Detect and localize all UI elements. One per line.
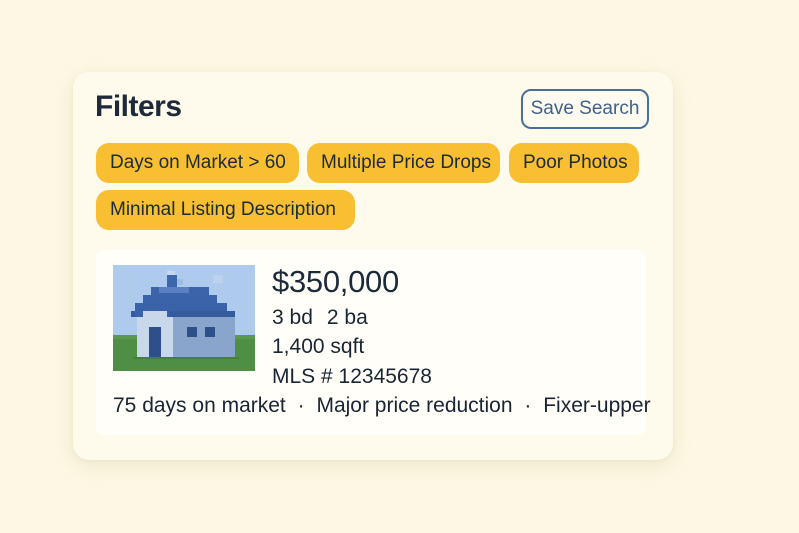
listing-tag-fixer-upper: Fixer-upper [543, 394, 651, 417]
tag-separator: · [297, 394, 305, 417]
filter-chip-multiple-price-drops[interactable]: Multiple Price Drops [307, 143, 500, 183]
listing-card[interactable]: $350,000 3 bd 2 ba 1,400 sqft MLS # 12345… [96, 250, 651, 435]
listing-beds: 3 bd [272, 306, 313, 329]
listing-tag-days-on-market: 75 days on market [113, 394, 286, 417]
filter-chip-poor-photos[interactable]: Poor Photos [509, 143, 639, 183]
filter-chip-days-on-market[interactable]: Days on Market > 60 [96, 143, 299, 183]
filters-panel: Filters Save Search Days on Market > 60 … [73, 72, 673, 460]
tag-separator: · [524, 394, 532, 417]
listing-tag-price-reduction: Major price reduction [316, 394, 513, 417]
listing-tags: 75 days on market · Major price reductio… [113, 394, 651, 418]
listing-sqft: 1,400 sqft [272, 335, 365, 358]
house-icon [113, 265, 255, 371]
filters-title: Filters [95, 90, 182, 123]
listing-price: $350,000 [272, 264, 399, 299]
listing-baths: 2 ba [326, 306, 368, 329]
listing-beds-baths: 3 bd 2 ba [272, 306, 368, 330]
save-search-button[interactable]: Save Search [521, 89, 649, 129]
listing-mls: MLS # 12345678 [272, 365, 432, 388]
filter-chip-minimal-listing-description[interactable]: Minimal Listing Description [96, 190, 355, 230]
